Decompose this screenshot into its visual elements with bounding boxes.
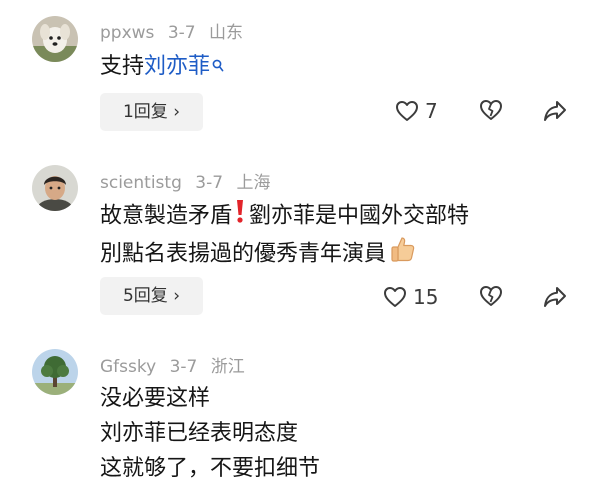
thumbs-up-icon xyxy=(389,235,417,274)
comment-line-text: 劉亦菲是中國外交部特 xyxy=(249,203,470,229)
comment-line: 故意製造矛盾 劉亦菲是中國外交部特 xyxy=(100,198,469,235)
broken-heart-icon xyxy=(480,100,502,120)
comment-meta: Gfssky 3-7 浙江 xyxy=(100,352,253,377)
like-button[interactable]: 15 xyxy=(383,285,438,309)
comment-date: 3-7 xyxy=(195,173,224,193)
heart-icon xyxy=(383,286,407,308)
share-button[interactable] xyxy=(543,100,567,122)
share-arrow-icon xyxy=(544,287,566,307)
comment-line-text: 別點名表揚過的優秀青年演員 xyxy=(100,241,387,267)
search-link-text[interactable]: 刘亦菲 xyxy=(144,54,210,79)
like-button[interactable]: 7 xyxy=(395,99,438,123)
comment-line: 刘亦菲已经表明态度 xyxy=(100,421,299,446)
avatar[interactable] xyxy=(32,16,78,62)
comment-location: 山东 xyxy=(209,23,243,43)
username[interactable]: ppxws xyxy=(100,23,154,43)
like-count: 15 xyxy=(413,285,439,309)
comment-text: 没必要这样 刘亦菲已经表明态度 这就够了，不要扣细节 xyxy=(100,381,320,486)
share-arrow-icon xyxy=(544,101,566,121)
avatar[interactable] xyxy=(32,349,78,395)
comment-line: 別點名表揚過的優秀青年演員 xyxy=(100,235,469,274)
comment-meta: ppxws 3-7 山东 xyxy=(100,18,251,43)
comment-text: 支持刘亦菲 xyxy=(100,49,224,84)
comment-line: 这就够了，不要扣细节 xyxy=(100,456,321,481)
dislike-button[interactable] xyxy=(479,285,503,307)
comment-line: 没必要这样 xyxy=(100,386,211,411)
dislike-button[interactable] xyxy=(479,99,503,121)
reply-count-button[interactable]: 5回复 › xyxy=(100,277,203,315)
red-exclamation-icon xyxy=(235,198,245,235)
search-icon[interactable] xyxy=(212,49,224,84)
comment-date: 3-7 xyxy=(169,357,198,377)
comment-text: 故意製造矛盾 劉亦菲是中國外交部特 別點名表揚過的優秀青年演員 xyxy=(100,198,469,274)
reply-count-button[interactable]: 1回复 › xyxy=(100,93,203,131)
comment-location: 上海 xyxy=(236,173,271,193)
broken-heart-icon xyxy=(480,286,502,306)
username[interactable]: Gfssky xyxy=(100,357,156,377)
man-avatar-icon xyxy=(32,165,78,211)
dog-avatar-icon xyxy=(32,16,78,62)
search-link[interactable]: 刘亦菲 xyxy=(144,54,224,79)
comment-location: 浙江 xyxy=(210,357,245,377)
tree-avatar-icon xyxy=(32,349,78,395)
comment-text-prefix: 支持 xyxy=(100,54,145,79)
username[interactable]: scientistg xyxy=(100,173,182,193)
like-count: 7 xyxy=(425,99,438,123)
share-button[interactable] xyxy=(543,286,567,308)
comment-line-text: 故意製造矛盾 xyxy=(100,203,233,229)
comment-date: 3-7 xyxy=(167,23,196,43)
comment-meta: scientistg 3-7 上海 xyxy=(100,168,278,193)
heart-icon xyxy=(395,100,419,122)
comment-thread: { "comments": [ { "username": "ppxws", "… xyxy=(0,0,600,495)
avatar[interactable] xyxy=(32,165,78,211)
